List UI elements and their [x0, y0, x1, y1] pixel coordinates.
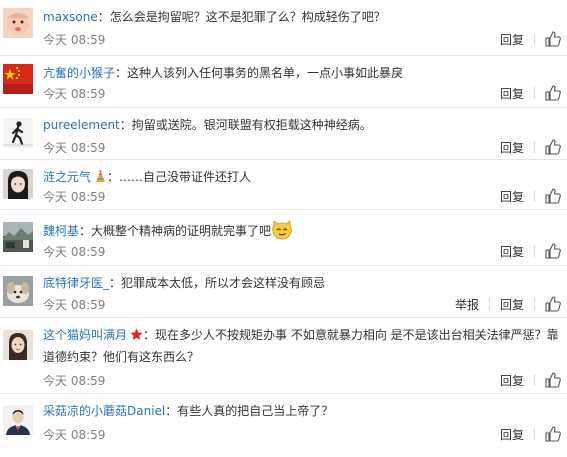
- comment-text: 有些人真的把自己当上帝了？: [177, 404, 334, 418]
- colon: ：: [107, 170, 120, 184]
- comment-item: pureelement：拘留或送院。银河联盟有权拒载这种神经病。 今天 08:5…: [0, 108, 567, 160]
- puppy-photo-icon[interactable]: [3, 276, 33, 306]
- comment-body: 底特律牙医_：犯罪成本太低，所以才会这样没有顾忌: [43, 273, 559, 293]
- thumbs-up-icon[interactable]: [545, 85, 561, 101]
- username-link[interactable]: 涟之元气: [43, 170, 91, 184]
- thumbs-up-icon[interactable]: [545, 243, 561, 259]
- baby-face-icon[interactable]: [3, 8, 33, 38]
- comment-actions: 回复: [500, 30, 561, 48]
- timestamp: 今天 08:59: [43, 141, 106, 155]
- girl-portrait-icon[interactable]: [3, 169, 33, 199]
- comment-text: 大概整个精神病的证明就完事了吧: [91, 224, 272, 238]
- comment-actions: 回复: [500, 371, 561, 389]
- comment-body: 魏柯基：大概整个精神病的证明就完事了吧: [43, 219, 559, 241]
- comment-text: 拘留或送院。银河联盟有权拒载这种神经病。: [131, 118, 372, 132]
- reply-button[interactable]: 回复: [500, 372, 524, 389]
- username-link[interactable]: pureelement: [43, 118, 120, 132]
- thumbs-up-icon[interactable]: [545, 296, 561, 312]
- comment-text: 这种人该列入任何事务的黑名单，一点小事如此暴戾: [127, 66, 404, 80]
- comment-item: 底特律牙医_：犯罪成本太低，所以才会这样没有顾忌 今天 08:59 举报 回复: [0, 266, 567, 318]
- username-link[interactable]: 亢奮的小猴子: [43, 66, 115, 80]
- colon: ：: [97, 10, 110, 24]
- username-link[interactable]: 这个猫妈叫满月: [43, 328, 127, 342]
- reply-button[interactable]: 回复: [500, 296, 524, 313]
- report-button[interactable]: 举报: [455, 296, 479, 313]
- comment-actions: 回复: [500, 425, 561, 443]
- colon: ：: [119, 118, 132, 132]
- thumbs-up-icon[interactable]: [545, 188, 561, 204]
- comment-actions: 回复: [500, 242, 561, 260]
- comment-actions: 回复: [500, 138, 561, 156]
- comment-item: 这个猫妈叫满月 ：现在多少人不按规矩办事 不如意就暴力相向 是不是该出台相关法律严…: [0, 318, 567, 394]
- divider: [534, 87, 535, 99]
- smirk-emoji-icon: [272, 220, 292, 240]
- timestamp: 今天 08:59: [43, 245, 106, 259]
- comment-body: 这个猫妈叫满月 ：现在多少人不按规矩办事 不如意就暴力相向 是不是该出台相关法律严…: [43, 324, 559, 368]
- reply-button[interactable]: 回复: [500, 426, 524, 443]
- comment-body: pureelement：拘留或送院。银河联盟有权拒载这种神经病。: [43, 115, 559, 135]
- landscape-photo-icon[interactable]: [3, 222, 33, 252]
- comment-item: 亢奮的小猴子：这种人该列入任何事务的黑名单，一点小事如此暴戾 今天 08:59 …: [0, 56, 567, 108]
- woman-photo-icon[interactable]: [3, 330, 33, 360]
- thumbs-up-icon[interactable]: [545, 426, 561, 442]
- reply-button[interactable]: 回复: [500, 85, 524, 102]
- divider: [534, 374, 535, 386]
- comment-body: 亢奮的小猴子：这种人该列入任何事务的黑名单，一点小事如此暴戾: [43, 63, 559, 83]
- colon: ：: [143, 328, 156, 342]
- comment-item: maxsone：怎么会是拘留呢？这不是犯罪了么？构成轻伤了吧？ 今天 08:59…: [0, 0, 567, 56]
- thumbs-up-icon[interactable]: [545, 139, 561, 155]
- comment-text: 怎么会是拘留呢？这不是犯罪了么？构成轻伤了吧？: [109, 10, 386, 24]
- colon: ：: [115, 66, 128, 80]
- username-link[interactable]: maxsone: [43, 10, 98, 24]
- thumbs-up-icon[interactable]: [545, 372, 561, 388]
- comment-text: ……自己没带证件还打人: [119, 170, 252, 184]
- man-suit-icon[interactable]: [3, 405, 33, 435]
- reply-button[interactable]: 回复: [500, 139, 524, 156]
- divider: [534, 428, 535, 440]
- comment-actions: 举报 回复: [455, 295, 561, 313]
- timestamp: 今天 08:59: [43, 374, 106, 388]
- username-link[interactable]: 魏柯基: [43, 224, 79, 238]
- colon: ：: [79, 224, 92, 238]
- walking-figure-icon[interactable]: [3, 118, 33, 148]
- colon: ：: [165, 404, 178, 418]
- reply-button[interactable]: 回复: [500, 31, 524, 48]
- reply-button[interactable]: 回复: [500, 243, 524, 260]
- comment-actions: 回复: [500, 187, 561, 205]
- thumbs-up-icon[interactable]: [545, 31, 561, 47]
- divider: [488, 298, 490, 310]
- comment-feed: maxsone：怎么会是拘留呢？这不是犯罪了么？构成轻伤了吧？ 今天 08:59…: [0, 0, 567, 457]
- timestamp: 今天 08:59: [43, 87, 106, 101]
- reply-button[interactable]: 回复: [500, 188, 524, 205]
- colon: ：: [109, 276, 122, 290]
- comment-actions: 回复: [500, 84, 561, 102]
- divider: [534, 33, 535, 45]
- party-hat-icon: [96, 170, 106, 182]
- comment-body: maxsone：怎么会是拘留呢？这不是犯罪了么？构成轻伤了吧？: [43, 7, 559, 27]
- red-star-icon: [130, 328, 143, 340]
- divider: [534, 141, 535, 153]
- timestamp: 今天 08:59: [43, 190, 106, 204]
- username-link[interactable]: 采菇凉的小蘑菇Daniel: [43, 404, 165, 418]
- comment-body: 涟之元气 ：……自己没带证件还打人: [43, 167, 559, 187]
- chinese-flag-icon[interactable]: [3, 64, 33, 94]
- comment-body: 采菇凉的小蘑菇Daniel：有些人真的把自己当上帝了？: [43, 401, 559, 421]
- divider: [534, 298, 535, 310]
- comment-item: 涟之元气 ：……自己没带证件还打人 今天 08:59 回复: [0, 160, 567, 210]
- divider: [534, 245, 535, 257]
- comment-item: 魏柯基：大概整个精神病的证明就完事了吧 今天 08:59 回复: [0, 210, 567, 266]
- timestamp: 今天 08:59: [43, 33, 106, 47]
- comment-item: 采菇凉的小蘑菇Daniel：有些人真的把自己当上帝了？ 今天 08:59 回复: [0, 394, 567, 457]
- timestamp: 今天 08:59: [43, 298, 106, 312]
- comment-text: 犯罪成本太低，所以才会这样没有顾忌: [121, 276, 326, 290]
- username-link[interactable]: 底特律牙医_: [43, 276, 109, 290]
- timestamp: 今天 08:59: [43, 428, 106, 442]
- divider: [534, 190, 535, 202]
